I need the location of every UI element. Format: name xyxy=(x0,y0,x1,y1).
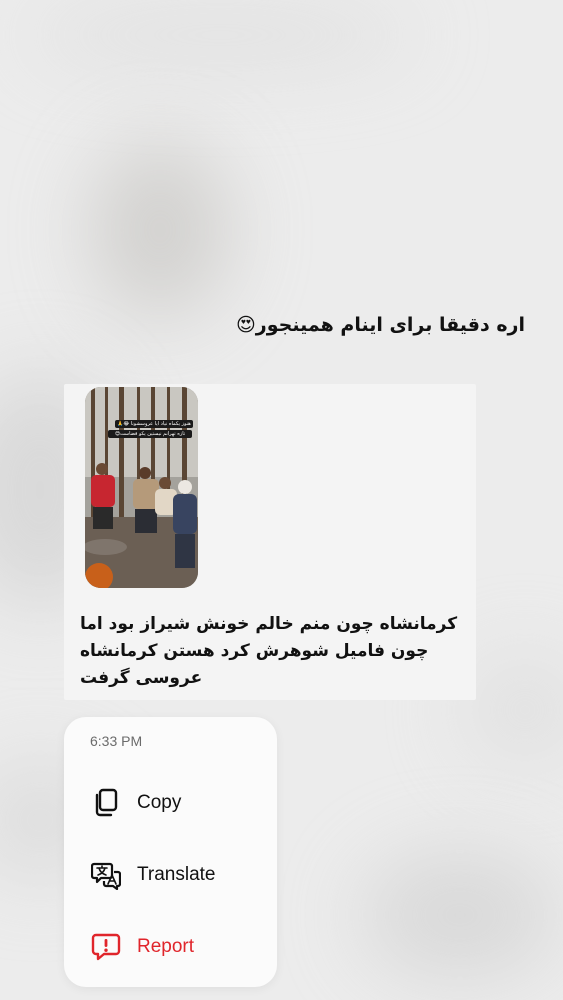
group-photo-image xyxy=(85,387,198,588)
translate-label: Translate xyxy=(137,864,216,885)
message-timestamp: 6:33 PM xyxy=(90,733,143,749)
translate-menu-item[interactable]: Translate xyxy=(90,855,270,895)
context-menu: 6:33 PM Copy Translate Report xyxy=(64,717,277,987)
incoming-message[interactable]: اره دقیقا برای اینام همینجور😍 xyxy=(236,314,525,336)
report-label: Report xyxy=(137,936,195,957)
shared-photo-thumbnail[interactable] xyxy=(85,387,198,588)
copy-label: Copy xyxy=(137,792,182,813)
report-menu-item[interactable]: Report xyxy=(90,927,270,967)
report-icon xyxy=(90,931,122,963)
reply-line: چون فامیل شوهرش کرد هستن کرمانشاه xyxy=(80,641,429,661)
translate-icon xyxy=(90,859,122,891)
photo-caption-2: تازه تهرانم نیستین یکو فضاست😍 xyxy=(108,430,192,438)
reply-line: کرمانشاه چون منم خالم خونش شیراز بود اما xyxy=(80,614,458,634)
photo-caption-1: هنوز یکماه نیاد ایا عروسشونا 😂🙏 xyxy=(115,420,193,428)
copy-icon xyxy=(90,787,122,819)
copy-menu-item[interactable]: Copy xyxy=(90,783,270,823)
reply-message-text: کرمانشاه چون منم خالم خونش شیراز بود اما… xyxy=(80,611,460,692)
reply-line: عروسی گرفت xyxy=(80,668,203,688)
